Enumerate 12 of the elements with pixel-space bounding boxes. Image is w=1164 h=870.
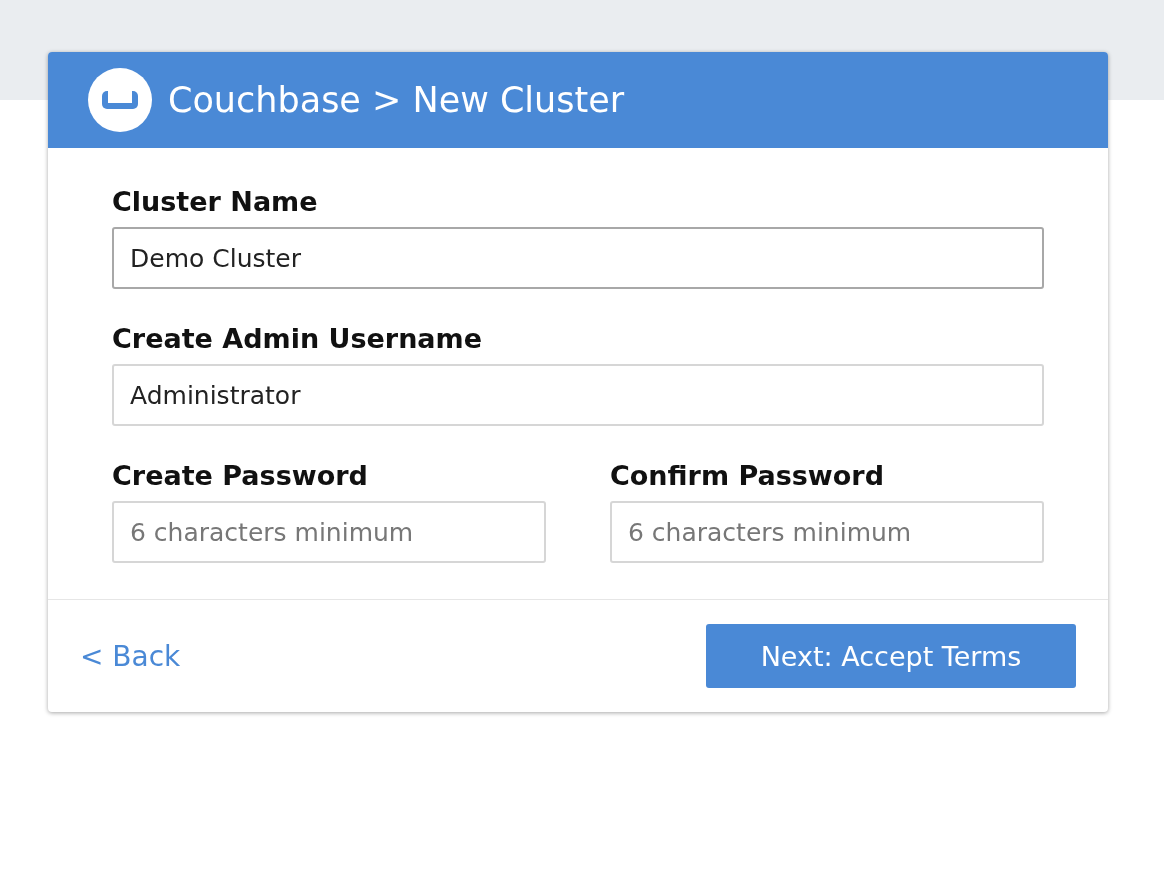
page-title: Couchbase > New Cluster: [168, 80, 625, 120]
field-label: Cluster Name: [112, 186, 319, 217]
logo-icon: [88, 68, 152, 132]
field-label: Confirm Password: [610, 460, 885, 491]
back-link[interactable]: < Back: [80, 639, 181, 673]
input-field[interactable]: 6 characters minimum: [112, 501, 546, 563]
input-field[interactable]: Demo Cluster: [112, 227, 1044, 289]
field-label: Create Password: [112, 460, 369, 491]
input-field[interactable]: 6 characters minimum: [610, 501, 1044, 563]
field-label: Create Admin Username: [112, 323, 484, 354]
next-button[interactable]: Next: Accept Terms: [706, 624, 1076, 688]
input-field[interactable]: Administrator: [112, 364, 1044, 426]
